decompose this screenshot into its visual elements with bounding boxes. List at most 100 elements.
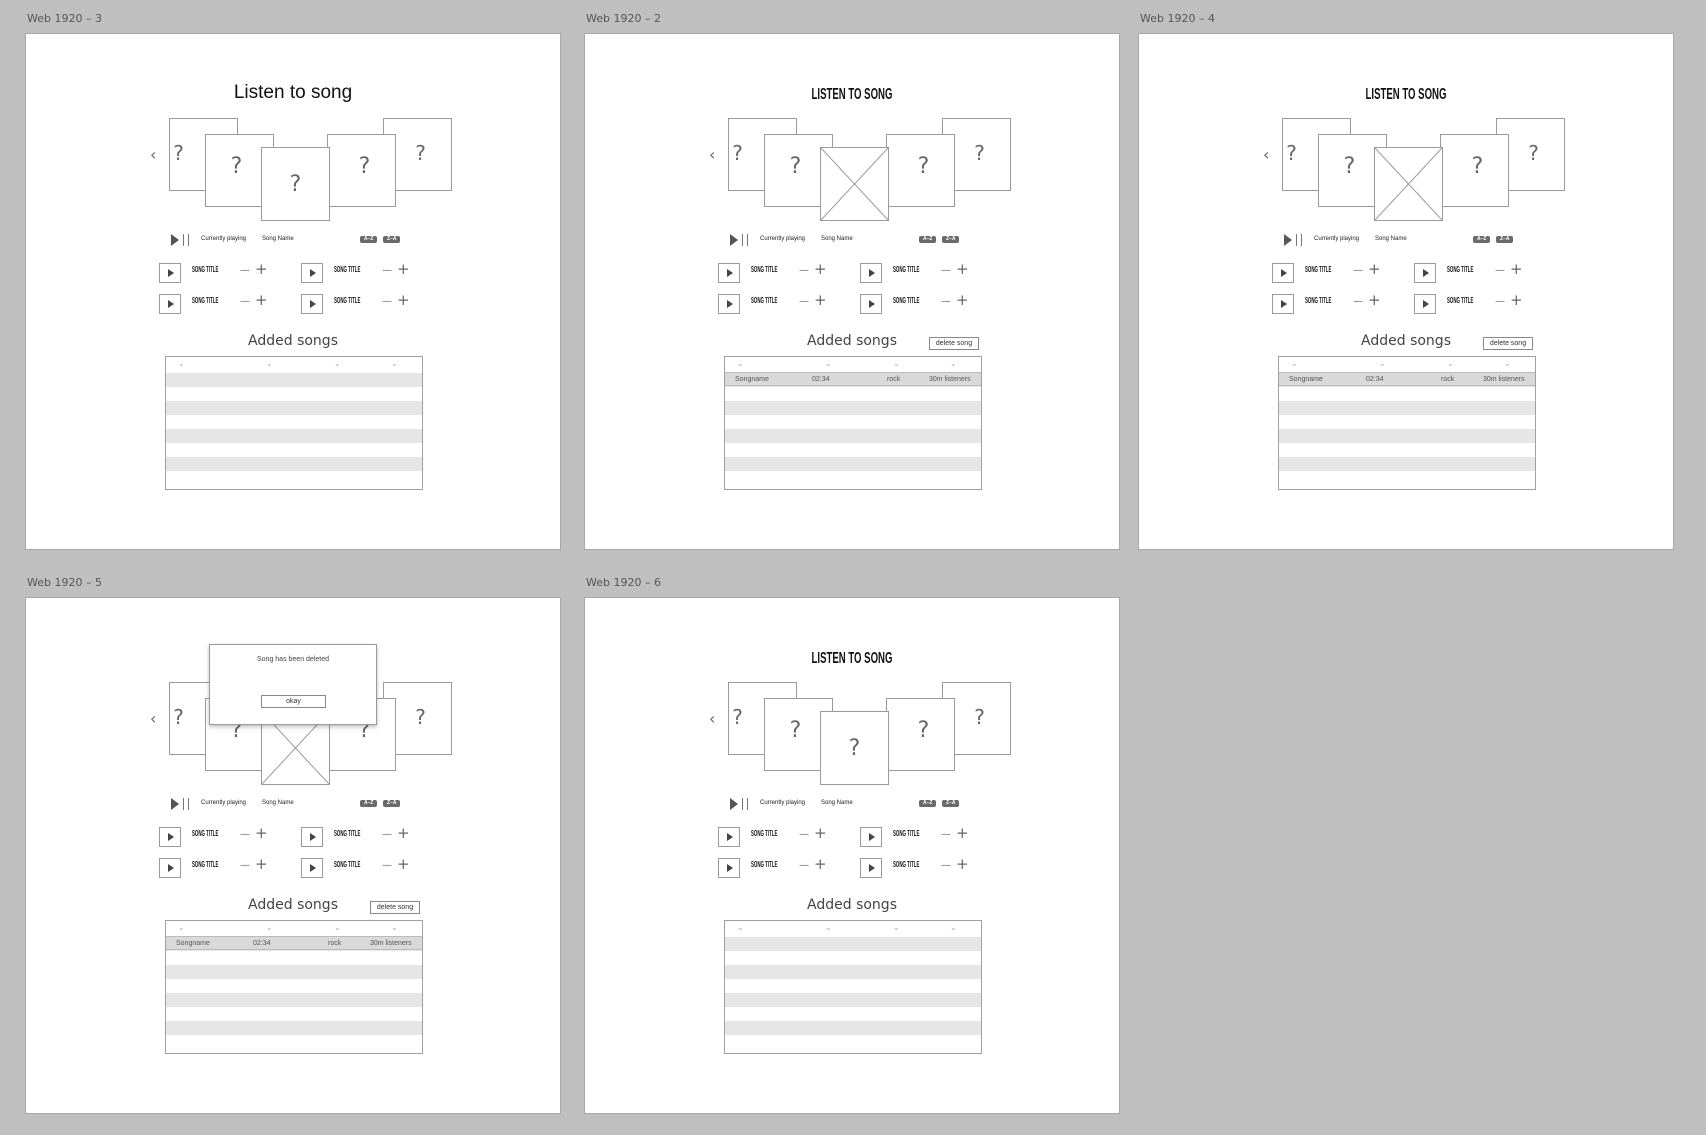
- pause-icon[interactable]: [741, 234, 749, 246]
- song-play-button[interactable]: [1272, 263, 1294, 283]
- pause-icon[interactable]: [1295, 234, 1303, 246]
- song-play-button[interactable]: [159, 858, 181, 878]
- play-icon[interactable]: [730, 234, 738, 246]
- song-play-button[interactable]: [301, 294, 323, 314]
- add-song-button[interactable]: +: [956, 855, 969, 873]
- column-sort-chevron-icon[interactable]: ⌄: [391, 923, 398, 932]
- album-card-center[interactable]: [820, 147, 889, 221]
- add-song-button[interactable]: +: [397, 824, 410, 842]
- song-play-button[interactable]: [718, 827, 740, 847]
- previous-arrow-icon[interactable]: ‹: [709, 709, 715, 728]
- table-row[interactable]: Songname 02:34 rock 30m listeners: [166, 936, 422, 950]
- remove-song-button[interactable]: —: [799, 265, 809, 276]
- sort-za-button[interactable]: Z–A: [383, 800, 401, 807]
- song-play-button[interactable]: [301, 858, 323, 878]
- column-sort-chevron-icon[interactable]: ⌄: [825, 359, 832, 368]
- column-sort-chevron-icon[interactable]: ⌄: [178, 923, 185, 932]
- column-sort-chevron-icon[interactable]: ⌄: [1504, 359, 1511, 368]
- column-sort-chevron-icon[interactable]: ⌄: [334, 923, 341, 932]
- sort-za-button[interactable]: Z–A: [383, 236, 401, 243]
- album-card-center[interactable]: ?: [820, 711, 889, 785]
- column-sort-chevron-icon[interactable]: ⌄: [266, 359, 273, 368]
- add-song-button[interactable]: +: [397, 855, 410, 873]
- table-row[interactable]: Songname 02:34 rock 30m listeners: [1279, 372, 1535, 386]
- play-icon[interactable]: [171, 798, 179, 810]
- okay-button[interactable]: okay: [261, 695, 326, 708]
- previous-arrow-icon[interactable]: ‹: [709, 145, 715, 164]
- remove-song-button[interactable]: —: [1353, 265, 1363, 276]
- album-card-mid-right[interactable]: ?: [1440, 134, 1509, 207]
- album-card-center[interactable]: ?: [261, 147, 330, 221]
- column-sort-chevron-icon[interactable]: ⌄: [825, 923, 832, 932]
- column-sort-chevron-icon[interactable]: ⌄: [334, 359, 341, 368]
- album-card-mid-right[interactable]: ?: [327, 134, 396, 207]
- song-play-button[interactable]: [159, 294, 181, 314]
- add-song-button[interactable]: +: [397, 260, 410, 278]
- previous-arrow-icon[interactable]: ‹: [150, 709, 156, 728]
- album-card-mid-right[interactable]: ?: [886, 698, 955, 771]
- remove-song-button[interactable]: —: [382, 296, 392, 307]
- previous-arrow-icon[interactable]: ‹: [150, 145, 156, 164]
- add-song-button[interactable]: +: [397, 291, 410, 309]
- column-sort-chevron-icon[interactable]: ⌄: [893, 923, 900, 932]
- add-song-button[interactable]: +: [956, 291, 969, 309]
- sort-az-button[interactable]: A–Z: [1473, 236, 1491, 243]
- delete-song-button[interactable]: delete song: [929, 337, 979, 350]
- add-song-button[interactable]: +: [956, 260, 969, 278]
- remove-song-button[interactable]: —: [941, 296, 951, 307]
- remove-song-button[interactable]: —: [1495, 265, 1505, 276]
- remove-song-button[interactable]: —: [240, 829, 250, 840]
- remove-song-button[interactable]: —: [382, 265, 392, 276]
- song-play-button[interactable]: [301, 827, 323, 847]
- add-song-button[interactable]: +: [814, 855, 827, 873]
- song-play-button[interactable]: [1414, 294, 1436, 314]
- remove-song-button[interactable]: —: [799, 860, 809, 871]
- delete-song-button[interactable]: delete song: [1483, 337, 1533, 350]
- sort-az-button[interactable]: A–Z: [360, 236, 378, 243]
- pause-icon[interactable]: [182, 798, 190, 810]
- column-sort-chevron-icon[interactable]: ⌄: [893, 359, 900, 368]
- remove-song-button[interactable]: —: [382, 829, 392, 840]
- sort-az-button[interactable]: A–Z: [360, 800, 378, 807]
- column-sort-chevron-icon[interactable]: ⌄: [950, 359, 957, 368]
- remove-song-button[interactable]: —: [1495, 296, 1505, 307]
- column-sort-chevron-icon[interactable]: ⌄: [737, 359, 744, 368]
- remove-song-button[interactable]: —: [799, 829, 809, 840]
- column-sort-chevron-icon[interactable]: ⌄: [1447, 359, 1454, 368]
- column-sort-chevron-icon[interactable]: ⌄: [1291, 359, 1298, 368]
- song-play-button[interactable]: [159, 827, 181, 847]
- song-play-button[interactable]: [718, 294, 740, 314]
- column-sort-chevron-icon[interactable]: ⌄: [178, 359, 185, 368]
- sort-za-button[interactable]: Z–A: [942, 800, 960, 807]
- remove-song-button[interactable]: —: [1353, 296, 1363, 307]
- remove-song-button[interactable]: —: [941, 265, 951, 276]
- song-play-button[interactable]: [1414, 263, 1436, 283]
- play-icon[interactable]: [730, 798, 738, 810]
- column-sort-chevron-icon[interactable]: ⌄: [266, 923, 273, 932]
- song-play-button[interactable]: [718, 263, 740, 283]
- song-play-button[interactable]: [860, 827, 882, 847]
- table-row[interactable]: Songname 02:34 rock 30m listeners: [725, 372, 981, 386]
- add-song-button[interactable]: +: [956, 824, 969, 842]
- column-sort-chevron-icon[interactable]: ⌄: [391, 359, 398, 368]
- add-song-button[interactable]: +: [255, 824, 268, 842]
- add-song-button[interactable]: +: [255, 260, 268, 278]
- add-song-button[interactable]: +: [1368, 260, 1381, 278]
- pause-icon[interactable]: [741, 798, 749, 810]
- pause-icon[interactable]: [182, 234, 190, 246]
- song-play-button[interactable]: [860, 263, 882, 283]
- add-song-button[interactable]: +: [1510, 260, 1523, 278]
- song-play-button[interactable]: [860, 294, 882, 314]
- album-card-mid-right[interactable]: ?: [886, 134, 955, 207]
- previous-arrow-icon[interactable]: ‹: [1263, 145, 1269, 164]
- column-sort-chevron-icon[interactable]: ⌄: [737, 923, 744, 932]
- remove-song-button[interactable]: —: [240, 860, 250, 871]
- remove-song-button[interactable]: —: [240, 265, 250, 276]
- sort-za-button[interactable]: Z–A: [1496, 236, 1514, 243]
- remove-song-button[interactable]: —: [799, 296, 809, 307]
- remove-song-button[interactable]: —: [941, 860, 951, 871]
- remove-song-button[interactable]: —: [240, 296, 250, 307]
- sort-az-button[interactable]: A–Z: [919, 236, 937, 243]
- column-sort-chevron-icon[interactable]: ⌄: [1379, 359, 1386, 368]
- remove-song-button[interactable]: —: [941, 829, 951, 840]
